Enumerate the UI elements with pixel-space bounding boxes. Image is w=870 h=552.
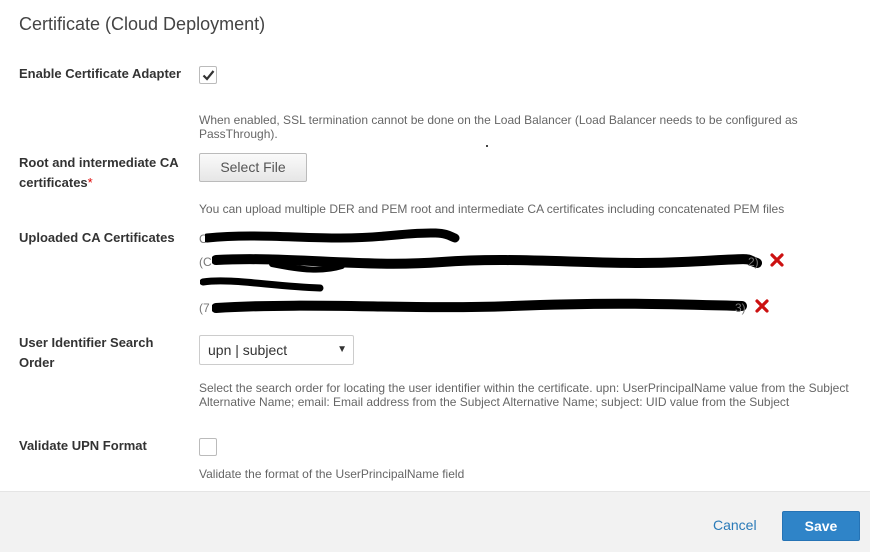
save-button[interactable]: Save (782, 511, 860, 541)
root-ca-help: You can upload multiple DER and PEM root… (199, 202, 785, 216)
required-mark: * (87, 175, 93, 190)
validate-upn-help: Validate the format of the UserPrincipal… (199, 467, 465, 481)
search-order-help: Select the search order for locating the… (199, 381, 849, 409)
validate-upn-label: Validate UPN Format (19, 438, 147, 453)
caret-down-icon: ▼ (337, 344, 347, 355)
remove-cert-2-icon[interactable] (755, 299, 769, 313)
remove-cert-1-icon[interactable] (770, 253, 784, 267)
root-ca-label-text: Root and intermediate CA certificates (19, 155, 179, 190)
root-ca-label: Root and intermediate CA certificates* (19, 153, 189, 193)
cert-1-detail: (C (199, 255, 212, 269)
search-order-label: User Identifier Search Order (19, 335, 154, 370)
search-order-value: upn | subject (208, 342, 288, 358)
cancel-button[interactable]: Cancel (713, 517, 757, 533)
redaction-mark (212, 298, 747, 313)
enable-adapter-label: Enable Certificate Adapter (19, 66, 182, 81)
cert-1-detail-end: 2) (748, 255, 759, 269)
cert-2-detail-end: 3) (735, 301, 746, 315)
checkmark-icon (202, 70, 215, 81)
redaction-mark (200, 277, 324, 292)
redaction-mark (212, 254, 762, 273)
search-order-select[interactable]: upn | subject ▼ (199, 335, 354, 365)
footer-bar: Cancel Save (0, 491, 870, 552)
validate-upn-checkbox[interactable] (199, 438, 217, 456)
page-title: Certificate (Cloud Deployment) (19, 14, 266, 34)
enable-adapter-checkbox[interactable] (199, 66, 217, 84)
select-file-button[interactable]: Select File (199, 153, 307, 182)
redaction-mark (205, 228, 460, 243)
uploaded-ca-label: Uploaded CA Certificates (19, 230, 175, 245)
cert-2-detail: (7 (199, 301, 210, 315)
enable-adapter-help: When enabled, SSL termination cannot be … (199, 113, 798, 141)
stray-dot (486, 145, 488, 147)
